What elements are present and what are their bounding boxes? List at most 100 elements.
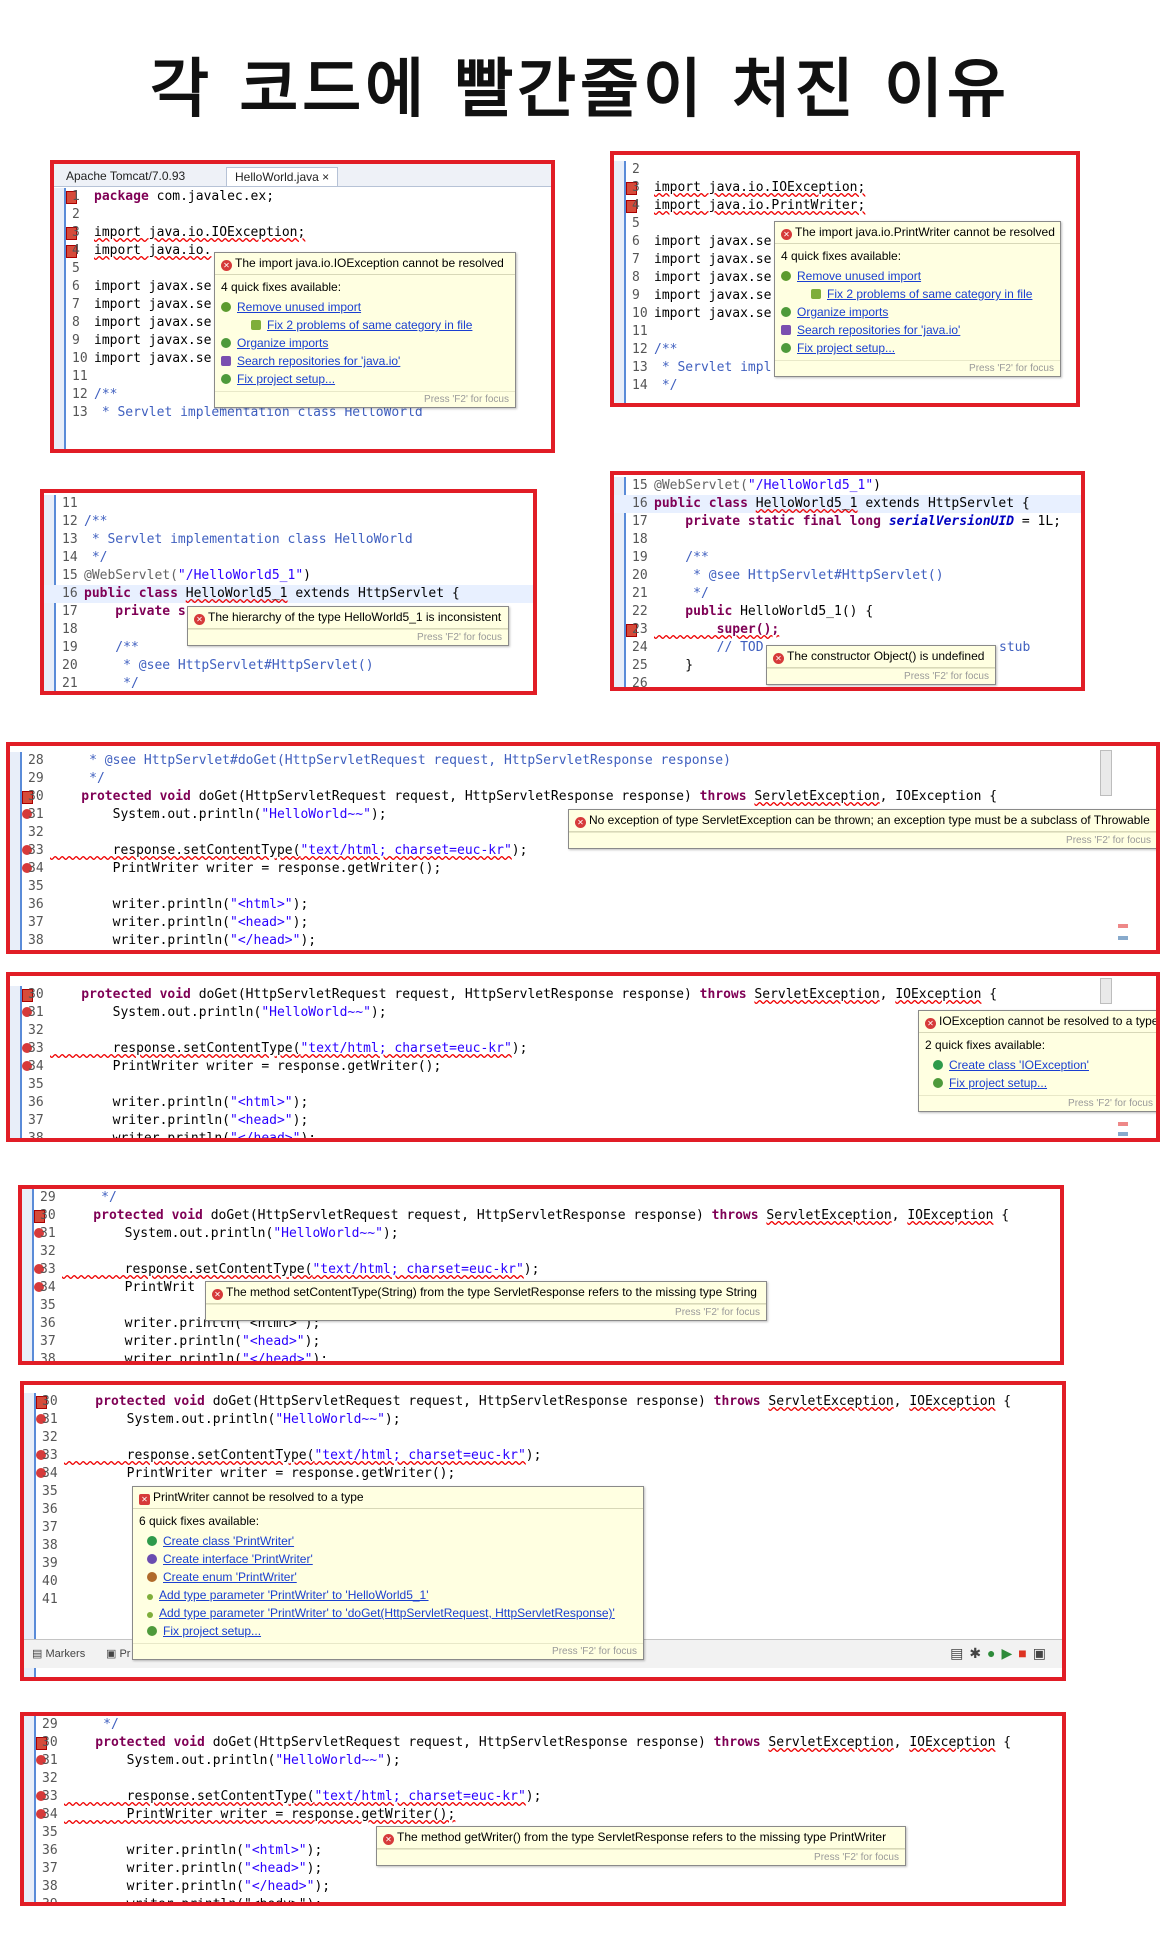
quick-fix-link[interactable]: Create class 'IOException' (925, 1056, 1153, 1074)
setup-icon (781, 343, 791, 353)
problem-hover[interactable]: ✕ The constructor Object() is undefined P… (766, 645, 996, 685)
code-line: 34 PrintWrit (40, 1280, 196, 1295)
code-line: 12/** (62, 514, 108, 529)
problem-hover[interactable]: ✕ No exception of type ServletException c… (568, 809, 1156, 849)
quick-fix-link[interactable]: Fix project setup... (781, 339, 1054, 357)
toolbar-icons[interactable]: ▤✱●▶■▣ (950, 1645, 1052, 1662)
vertical-scrollbar[interactable] (1100, 750, 1112, 796)
organize-icon (221, 338, 231, 348)
code-line: 9 import javax.se (632, 288, 772, 303)
code-line: 5 (72, 261, 80, 276)
code-editor[interactable]: 28 * @see HttpServlet#doGet(HttpServletR… (10, 752, 1156, 950)
code-line: 38 writer.println("</head>"); (42, 1879, 331, 1894)
remove-icon (221, 302, 231, 312)
problem-message: The method setContentType(String) from t… (226, 1285, 757, 1299)
code-line: 32 (28, 825, 44, 840)
error-icon: ✕ (194, 614, 205, 625)
error-icon: ✕ (383, 1834, 394, 1845)
code-line: 12/** (72, 387, 118, 402)
code-line: 31 System.out.println("HelloWorld~~"); (28, 1005, 387, 1020)
quick-fix-link[interactable]: Add type parameter 'PrintWriter' to 'Hel… (139, 1586, 637, 1604)
quick-fix-link[interactable]: Organize imports (221, 334, 509, 352)
console-icon[interactable]: ▤ (950, 1645, 969, 1661)
close-icon[interactable]: × (322, 170, 329, 184)
tab-apache-tomcat[interactable]: Apache Tomcat/7.0.93 (58, 167, 193, 185)
code-line: 32 (28, 1023, 44, 1038)
panel-getwriter-missing-printwriter: 29 */ 30 protected void doGet(HttpServle… (20, 1712, 1066, 1906)
code-line: 33 response.setContentType("text/html; c… (42, 1789, 542, 1804)
quick-fix-link[interactable]: Fix 2 problems of same category in file (781, 285, 1054, 303)
code-line: 35 (40, 1298, 56, 1313)
focus-hint: Press 'F2' for focus (569, 832, 1156, 848)
quick-fix-link[interactable]: Add type parameter 'PrintWriter' to 'doG… (139, 1604, 637, 1622)
quick-fix-link[interactable]: Fix project setup... (139, 1622, 637, 1640)
code-line: 9 import javax.se (72, 333, 212, 348)
type-parameter-icon (147, 1594, 153, 1600)
panel-ioexception-type: 30 protected void doGet(HttpServletReque… (6, 972, 1160, 1142)
panel-printwriter-type: 30 protected void doGet(HttpServletReque… (20, 1381, 1066, 1681)
run-icon[interactable]: ● (987, 1645, 1001, 1661)
quick-fix-popup[interactable]: ✕ The import java.io.PrintWriter cannot b… (774, 221, 1061, 377)
problem-hover[interactable]: ✕ The method getWriter() from the type Se… (376, 1826, 906, 1866)
quick-fix-popup[interactable]: ✕ IOException cannot be resolved to a typ… (918, 1010, 1156, 1112)
markers-icon: ▤ (32, 1648, 43, 1660)
code-line: 29 */ (28, 771, 105, 786)
quick-fix-link[interactable]: Create class 'PrintWriter' (139, 1532, 637, 1550)
quick-fix-link[interactable]: Organize imports (781, 303, 1054, 321)
code-line: 34 PrintWriter writer = response.getWrit… (28, 1059, 442, 1074)
quick-fix-link[interactable]: Search repositories for 'java.io' (221, 352, 509, 370)
play-icon[interactable]: ▶ (1002, 1645, 1019, 1661)
code-line: 1 package com.javalec.ex; (72, 189, 275, 204)
code-line: 30 protected void doGet(HttpServletReque… (28, 987, 998, 1002)
quick-fix-link[interactable]: Create interface 'PrintWriter' (139, 1550, 637, 1568)
type-parameter-icon (147, 1612, 153, 1618)
code-line: 11 (632, 324, 648, 339)
code-line: 21 */ (632, 586, 709, 601)
code-line: 16 public class HelloWorld5_1 extends Htt… (44, 585, 533, 603)
problems-tab[interactable]: ▣ Pr (106, 1647, 130, 1660)
code-line: 3 import java.io.IOException; (72, 225, 306, 240)
problem-hover[interactable]: ✕ The method setContentType(String) from … (205, 1281, 767, 1321)
code-line: 11 (72, 369, 88, 384)
code-editor[interactable]: 29 */ 30 protected void doGet(HttpServle… (24, 1716, 1062, 1902)
markers-tab[interactable]: ▤ Markers (32, 1647, 85, 1660)
code-line: 32 (42, 1771, 58, 1786)
code-editor[interactable]: 11 12/** 13 * Servlet implementation cla… (44, 495, 533, 691)
quick-fix-popup[interactable]: ✕ PrintWriter cannot be resolved to a typ… (132, 1486, 644, 1660)
code-line: 23 super(); (632, 622, 780, 637)
code-line: 17 private s (62, 604, 186, 619)
quick-fix-link[interactable]: Fix project setup... (925, 1074, 1153, 1092)
focus-hint: Press 'F2' for focus (215, 391, 515, 407)
quick-fix-link[interactable]: Fix 2 problems of same category in file (221, 316, 509, 334)
quick-fix-popup[interactable]: ✕ The import java.io.IOException cannot b… (214, 252, 516, 408)
quick-fix-link[interactable]: Search repositories for 'java.io' (781, 321, 1054, 339)
code-line: 28 * @see HttpServlet#doGet(HttpServletR… (28, 753, 731, 768)
code-line: 41 (42, 1592, 58, 1607)
focus-hint: Press 'F2' for focus (377, 1849, 905, 1865)
quick-fix-link[interactable]: Remove unused import (781, 267, 1054, 285)
quick-fix-link[interactable]: Create enum 'PrintWriter' (139, 1568, 637, 1586)
panel-import-printwriter: 2 3 import java.io.IOException; 4 import j… (610, 151, 1080, 407)
vertical-scrollbar[interactable] (1100, 978, 1112, 1004)
problem-hover[interactable]: ✕ The hierarchy of the type HelloWorld5_1… (187, 606, 509, 646)
code-line: 38 (42, 1538, 58, 1553)
code-editor[interactable]: 29 */ 30 protected void doGet(HttpServle… (22, 1189, 1060, 1361)
code-line: 4 import java.io.PrintWriter; (632, 198, 866, 213)
code-line: 26 (632, 676, 648, 691)
error-icon: ✕ (575, 817, 586, 828)
quick-fix-link[interactable]: Fix project setup... (221, 370, 509, 388)
code-line: 34 PrintWriter writer = response.getWrit… (42, 1807, 456, 1822)
stop-icon[interactable]: ■ (1018, 1645, 1032, 1661)
restore-icon[interactable]: ▣ (1033, 1645, 1052, 1661)
create-class-icon (147, 1536, 157, 1546)
code-line: 32 (40, 1244, 56, 1259)
code-line: 16 public class HelloWorld5_1 extends Htt… (614, 495, 1081, 513)
problem-message: The import java.io.IOException cannot be… (235, 256, 504, 270)
code-line: 37 writer.println("<head>"); (28, 915, 309, 930)
page-title: 각 코드에 빨간줄이 처진 이유 (150, 53, 1010, 127)
code-line: 20 * @see HttpServlet#HttpServlet() (62, 658, 374, 673)
code-line: 36 writer.println("<html>"); (28, 897, 309, 912)
tab-helloworld-java[interactable]: HelloWorld.java × (226, 167, 339, 186)
debug-icon[interactable]: ✱ (969, 1645, 987, 1661)
quick-fix-link[interactable]: Remove unused import (221, 298, 509, 316)
